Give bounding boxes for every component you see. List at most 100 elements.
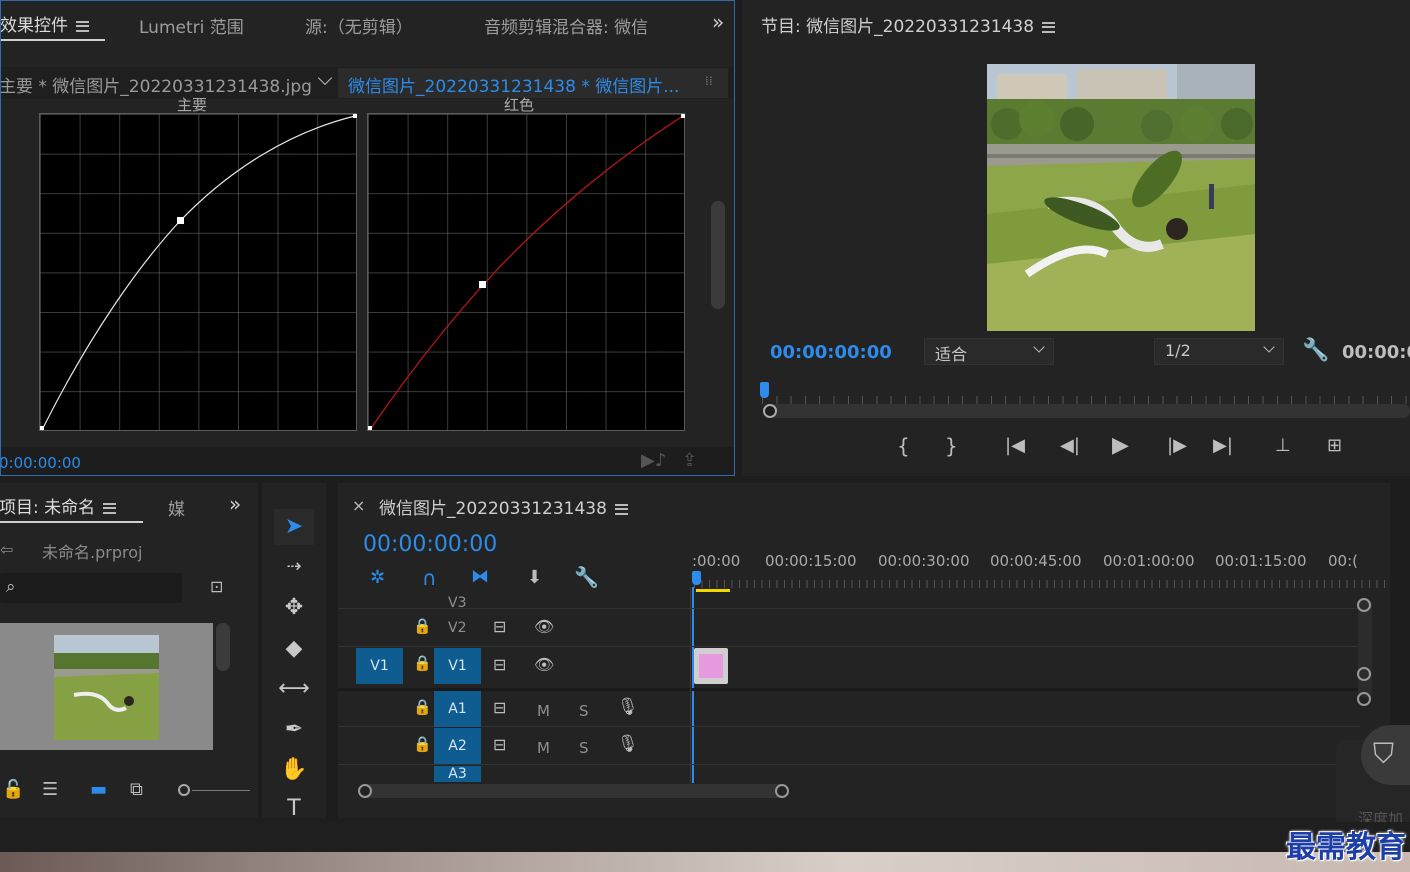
- wrench-settings-icon[interactable]: 🔧: [1302, 340, 1329, 362]
- track-divider: [338, 646, 1360, 647]
- pen-tool-icon[interactable]: ✒: [274, 712, 314, 748]
- zoom-slider-handle[interactable]: [178, 784, 190, 796]
- sync-lock-icon[interactable]: ⊟: [493, 700, 506, 716]
- timeline-ruler-ticks[interactable]: [694, 580, 1390, 588]
- drag-handle-icon[interactable]: ⁞⁞: [705, 75, 713, 87]
- linked-selection-icon[interactable]: ⧓: [471, 568, 489, 586]
- lock-track-icon[interactable]: 🔒: [413, 700, 432, 715]
- play-audio-icon[interactable]: ▶♪: [641, 452, 666, 470]
- zoom-handle[interactable]: [763, 404, 777, 418]
- track-select-tool-icon[interactable]: ⇢: [274, 549, 314, 585]
- shield-icon[interactable]: ⛉: [1373, 740, 1394, 768]
- overflow-tabs-icon[interactable]: »: [229, 492, 241, 516]
- vertical-scrollbar[interactable]: [711, 201, 725, 309]
- scroll-handle-top[interactable]: [1357, 598, 1371, 612]
- fit-dropdown[interactable]: 适合: [924, 338, 1054, 365]
- playhead-handle[interactable]: [692, 571, 701, 585]
- timeline-timecode[interactable]: 00:00:00:00: [363, 532, 497, 557]
- panel-menu-icon[interactable]: [1042, 21, 1056, 33]
- project-panel-tab[interactable]: 项目: 未命名: [0, 493, 117, 518]
- sync-lock-icon[interactable]: ⊟: [493, 619, 506, 635]
- av-divider: [338, 688, 1360, 691]
- work-area-bar[interactable]: [696, 589, 730, 592]
- tab-audio-clip-mixer[interactable]: 音频剪辑混合器: 微信: [484, 13, 648, 38]
- effect-timecode[interactable]: 0:00:00:00: [1, 454, 81, 472]
- timeline-settings-wrench-icon[interactable]: 🔧: [574, 567, 599, 587]
- project-scrollbar[interactable]: [216, 623, 230, 671]
- program-ruler[interactable]: [762, 396, 1410, 404]
- list-view-icon[interactable]: ☰: [42, 781, 58, 799]
- nest-sequence-icon[interactable]: ✲: [370, 569, 385, 587]
- sync-lock-icon[interactable]: ⊟: [493, 657, 506, 673]
- mute-button[interactable]: M: [537, 702, 550, 720]
- tab-source[interactable]: 源:（无剪辑）: [305, 13, 413, 38]
- go-to-out-icon[interactable]: ▶|: [1213, 437, 1233, 455]
- folder-up-icon[interactable]: ⇦: [0, 542, 13, 558]
- project-search-input[interactable]: [0, 573, 182, 603]
- slip-tool-icon[interactable]: ⟷: [274, 671, 314, 707]
- zoom-scrollbar[interactable]: [770, 404, 1410, 418]
- hscroll-handle-right[interactable]: [775, 784, 789, 798]
- tab-lumetri-scopes[interactable]: Lumetri 范围: [139, 13, 244, 38]
- source-patch-v1[interactable]: V1: [356, 648, 403, 684]
- hand-tool-icon[interactable]: ✋: [274, 752, 314, 788]
- razor-tool-icon[interactable]: ◆: [274, 631, 314, 667]
- scroll-handle-bottom[interactable]: [1357, 667, 1371, 681]
- close-tab-icon[interactable]: ×: [352, 496, 365, 515]
- program-playhead[interactable]: [760, 382, 769, 398]
- play-icon[interactable]: ▶: [1112, 435, 1129, 457]
- mark-out-icon[interactable]: }: [945, 436, 958, 456]
- media-thumbnail-card[interactable]: [0, 623, 213, 750]
- new-bin-icon[interactable]: ⊡: [210, 579, 223, 595]
- program-monitor-title[interactable]: 节目: 微信图片_20220331231438: [761, 12, 1056, 37]
- selection-tool-icon[interactable]: ➤: [274, 509, 314, 545]
- panel-menu-icon[interactable]: [103, 502, 117, 514]
- tab-media-browser[interactable]: 媒: [168, 495, 185, 520]
- extract-icon[interactable]: ⊞: [1327, 437, 1342, 455]
- lift-icon[interactable]: ⊥: [1275, 437, 1291, 455]
- sync-lock-icon[interactable]: ⊟: [493, 737, 506, 753]
- add-marker-icon[interactable]: ⬇: [527, 569, 542, 587]
- tab-effect-controls[interactable]: 效果控件: [1, 11, 89, 36]
- solo-button[interactable]: S: [579, 702, 589, 720]
- mute-button[interactable]: M: [537, 739, 550, 757]
- timeline-tab[interactable]: 微信图片_20220331231438: [379, 494, 628, 519]
- zoom-slider-track[interactable]: [192, 790, 250, 791]
- hscroll-handle-left[interactable]: [358, 784, 372, 798]
- snap-magnet-icon[interactable]: ∩: [422, 568, 437, 588]
- step-back-icon[interactable]: ◀|: [1060, 437, 1080, 455]
- overflow-tabs-icon[interactable]: »: [712, 10, 724, 34]
- microphone-icon[interactable]: 🎙: [617, 699, 639, 716]
- track-target-v1[interactable]: V1: [434, 648, 481, 684]
- panel-menu-icon[interactable]: [614, 503, 628, 515]
- lock-icon[interactable]: 🔓: [2, 781, 24, 799]
- master-curve-graph[interactable]: [39, 113, 357, 431]
- red-curve-graph[interactable]: [367, 113, 685, 431]
- go-to-in-icon[interactable]: |◀: [1005, 437, 1025, 455]
- video-clip[interactable]: [694, 648, 728, 684]
- lock-track-icon[interactable]: 🔒: [413, 619, 432, 634]
- lock-track-icon[interactable]: 🔒: [413, 656, 432, 671]
- timeline-horizontal-scrollbar[interactable]: [360, 784, 786, 798]
- track-target-a2[interactable]: A2: [434, 728, 481, 764]
- program-timecode[interactable]: 00:00:00:00: [770, 342, 892, 363]
- panel-menu-icon[interactable]: [76, 20, 89, 32]
- export-frame-icon[interactable]: ⇪: [682, 452, 697, 470]
- eye-icon[interactable]: 👁: [534, 657, 554, 673]
- resolution-dropdown[interactable]: 1/2: [1154, 338, 1284, 365]
- track-target-a3[interactable]: A3: [434, 766, 481, 782]
- program-video-frame[interactable]: [987, 64, 1255, 331]
- eye-icon[interactable]: 👁: [534, 619, 554, 635]
- mark-in-icon[interactable]: {: [897, 436, 910, 456]
- audio-scroll-handle[interactable]: [1357, 692, 1371, 706]
- lock-track-icon[interactable]: 🔒: [413, 737, 432, 752]
- microphone-icon[interactable]: 🎙: [617, 736, 639, 753]
- timeline-vertical-scrollbar[interactable]: [1358, 598, 1372, 698]
- source-clip-label[interactable]: 主要 * 微信图片_20220331231438.jpg: [1, 72, 312, 97]
- ripple-edit-tool-icon[interactable]: ✥: [274, 590, 314, 626]
- step-forward-icon[interactable]: |▶: [1167, 437, 1187, 455]
- track-target-a1[interactable]: A1: [434, 691, 481, 727]
- icon-view-icon[interactable]: ▬: [90, 781, 107, 799]
- freeform-view-icon[interactable]: ⧉: [130, 781, 143, 799]
- solo-button[interactable]: S: [579, 739, 589, 757]
